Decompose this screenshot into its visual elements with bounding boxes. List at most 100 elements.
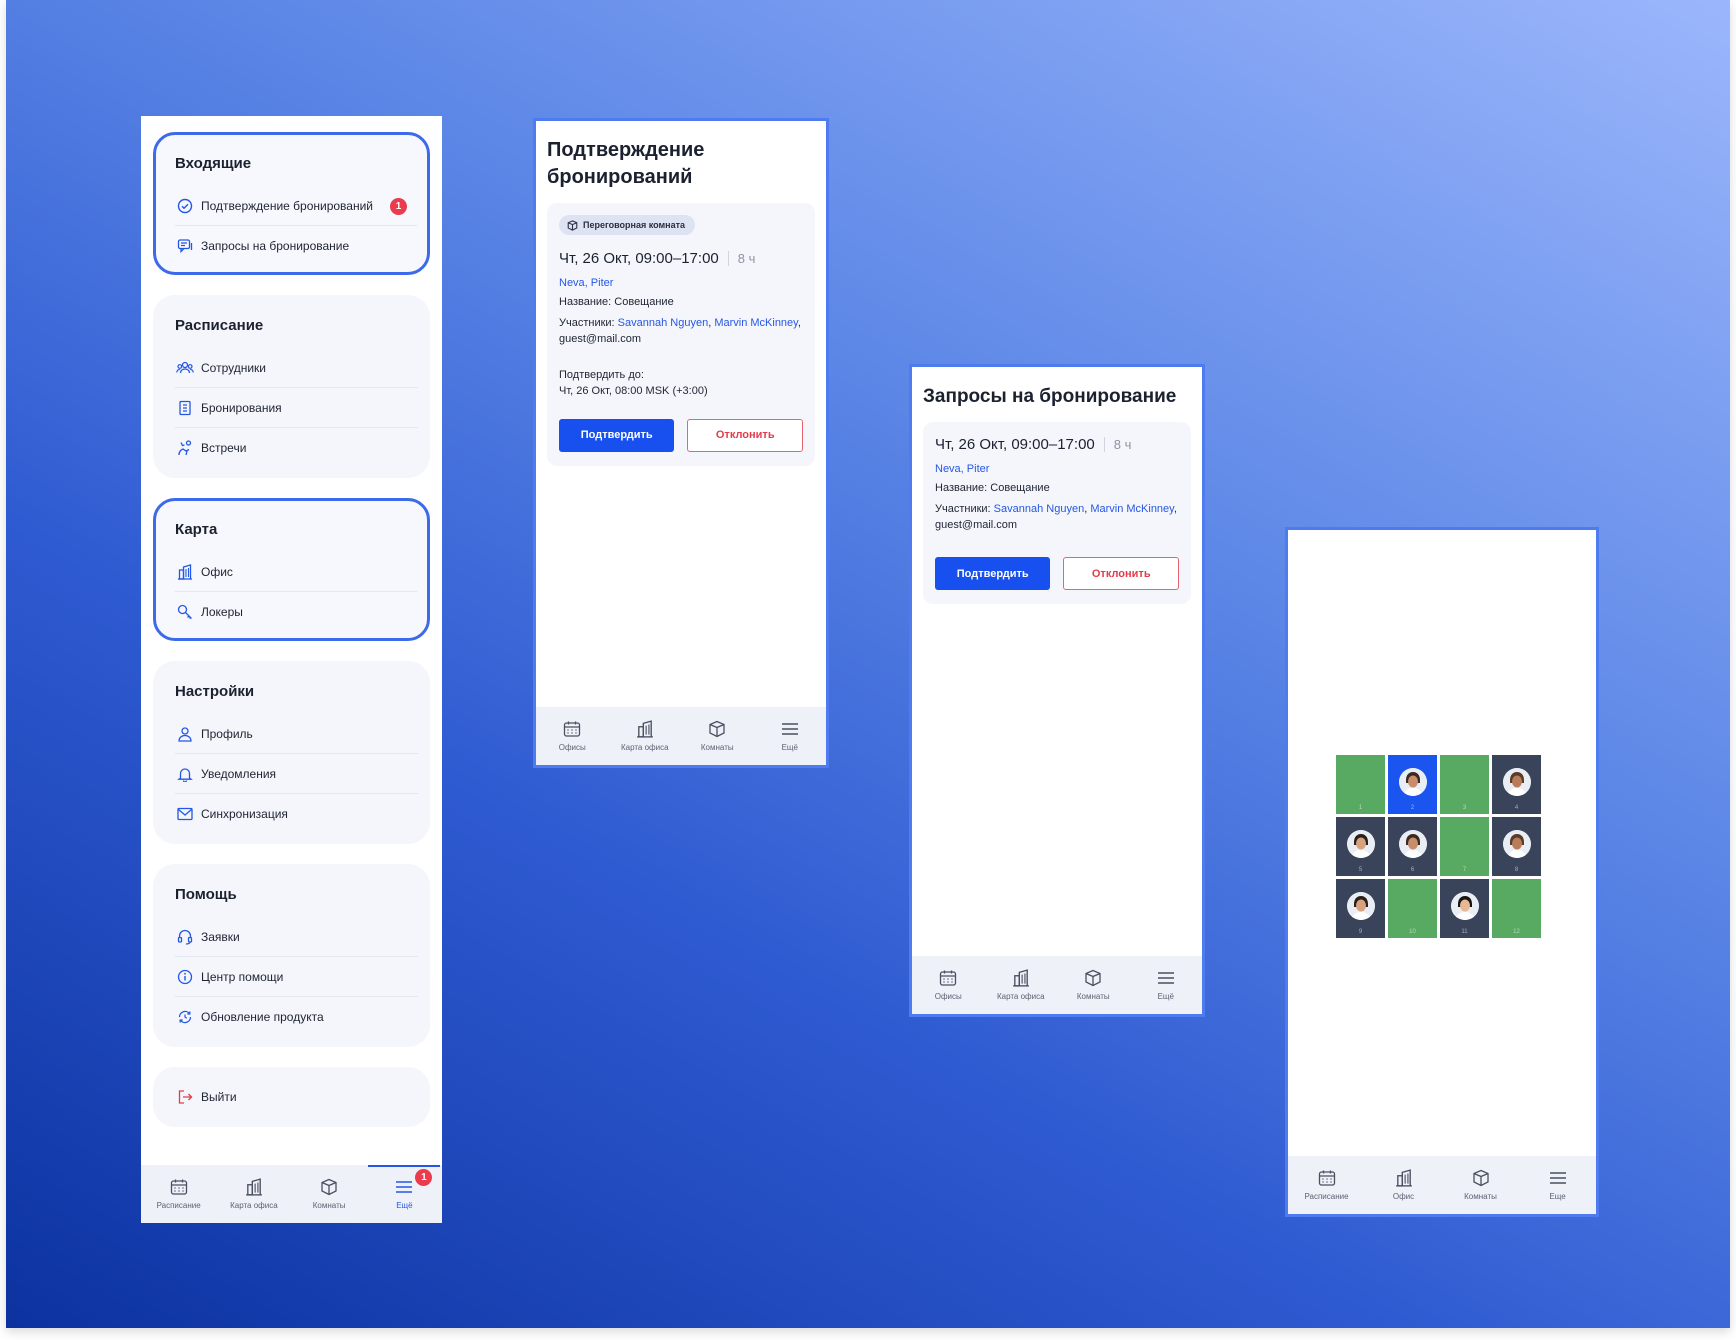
menu-item-tickets[interactable]: Заявки [175, 917, 418, 957]
room-type-label: Переговорная комната [583, 220, 685, 230]
participant-link[interactable]: Savannah Nguyen [994, 503, 1085, 515]
menu-item-label: Сотрудники [201, 360, 266, 375]
page-title: Запросы на бронирование [923, 386, 1177, 407]
nav-tab-more[interactable]: Ещё 1 [368, 1165, 441, 1210]
seat-busy[interactable]: 4 [1492, 755, 1541, 814]
handshake-icon [175, 438, 195, 458]
nav-tab-offices[interactable]: Офисы [536, 719, 608, 752]
booking-participants: Участники: Savannah Nguyen, Marvin McKin… [935, 503, 1177, 531]
confirm-button[interactable]: Подтвердить [935, 557, 1051, 590]
booking-location[interactable]: Neva, Piter [559, 277, 803, 289]
nav-tab-more[interactable]: Еще [1522, 1168, 1594, 1201]
decline-button[interactable]: Отклонить [687, 418, 803, 452]
menu-item-bookings[interactable]: Бронирования [175, 388, 418, 428]
menu-section-title: Входящие [175, 155, 252, 172]
guest-email: guest@mail.com [559, 332, 642, 345]
confirm-deadline: Подтвердить до: Чт, 26 Окт, 08:00 MSK (+… [559, 367, 803, 399]
nav-tab-office-map[interactable]: Карта офиса [985, 968, 1057, 1001]
nav-tab-label: Комнаты [1076, 992, 1110, 1001]
key-icon [175, 602, 195, 622]
headset-icon [175, 927, 195, 947]
seat-busy[interactable]: 11 [1440, 879, 1489, 938]
menu-item-lockers[interactable]: Локеры [175, 592, 417, 632]
nav-tab-more[interactable]: Ещё [754, 719, 826, 752]
seat-free[interactable]: 12 [1492, 879, 1541, 938]
seat-number: 6 [1410, 867, 1415, 873]
participant-link[interactable]: Savannah Nguyen [618, 317, 709, 329]
nav-tab-office-map[interactable]: Карта офиса [609, 719, 681, 752]
menu-section-inbox: Входящие Подтверждение бронирований 1 За… [153, 132, 430, 275]
nav-tab-office[interactable]: Офис [1368, 1168, 1440, 1201]
nav-tab-label: Карта офиса [996, 992, 1045, 1001]
menu-item-meetings[interactable]: Встречи [175, 428, 418, 468]
seat-number: 10 [1409, 929, 1416, 935]
seat-number: 9 [1358, 929, 1363, 935]
seat-busy[interactable]: 5 [1336, 817, 1385, 876]
calendar-icon [170, 1177, 188, 1197]
people-icon [175, 358, 195, 378]
seat-free[interactable]: 1 [1336, 755, 1385, 814]
booking-card: Чт, 26 Окт, 09:00–17:00 8 ч Neva, Piter … [923, 422, 1191, 604]
nav-tab-label: Офисы [934, 992, 962, 1001]
nav-tab-more[interactable]: Ещё [1130, 968, 1202, 1001]
seat-free[interactable]: 10 [1388, 879, 1437, 938]
booking-name-label: Название: [935, 482, 988, 494]
seat-number: 7 [1462, 867, 1467, 873]
menu-item-label: Заявки [201, 929, 240, 944]
decline-button[interactable]: Отклонить [1063, 557, 1179, 590]
bottom-navigation: Расписание Офис Комнаты Еще [1288, 1156, 1596, 1214]
menu-icon [781, 719, 799, 739]
logout-button[interactable]: Выйти [175, 1077, 418, 1117]
seat-busy[interactable]: 9 [1336, 879, 1385, 938]
booking-duration: 8 ч [727, 250, 755, 266]
seat-number: 2 [1410, 805, 1415, 811]
logout-icon [175, 1087, 195, 1107]
menu-item-product-update[interactable]: Обновление продукта [175, 997, 418, 1037]
nav-tab-offices[interactable]: Офисы [912, 968, 984, 1001]
nav-tab-rooms[interactable]: Комнаты [1445, 1168, 1517, 1201]
notification-badge: 1 [415, 1169, 433, 1186]
confirm-button[interactable]: Подтвердить [559, 418, 675, 452]
menu-item-help-center[interactable]: Центр помощи [175, 957, 418, 997]
booking-location[interactable]: Neva, Piter [935, 463, 1179, 475]
menu-item-booking-requests[interactable]: Запросы на бронирование [175, 226, 417, 266]
nav-tab-label: Комнаты [700, 743, 734, 752]
building-icon [175, 562, 195, 582]
seat-busy[interactable]: 8 [1492, 817, 1541, 876]
seat-free[interactable]: 7 [1440, 817, 1489, 876]
seat-mine[interactable]: 2 [1388, 755, 1437, 814]
participant-link[interactable]: Marvin McKinney [1090, 503, 1174, 515]
nav-tab-label: Офисы [558, 743, 586, 752]
nav-tab-label: Карта офиса [620, 743, 669, 752]
menu-item-office[interactable]: Офис [175, 552, 417, 592]
booking-name-label: Название: [559, 295, 612, 308]
document-icon [175, 398, 195, 418]
nav-tab-office-map[interactable]: Карта офиса [218, 1177, 290, 1210]
nav-tab-rooms[interactable]: Комнаты [681, 719, 753, 752]
seat-number: 8 [1514, 867, 1519, 873]
nav-tab-schedule[interactable]: Расписание [143, 1177, 215, 1210]
avatar [1502, 829, 1531, 858]
nav-tab-rooms[interactable]: Комнаты [293, 1177, 365, 1210]
menu-section-map: Карта Офис Локеры [153, 498, 430, 641]
menu-icon [1549, 1168, 1567, 1188]
menu-item-notifications[interactable]: Уведомления [175, 754, 418, 794]
participants-label: Участники: [559, 316, 615, 329]
seat-number: 5 [1358, 867, 1363, 873]
menu-item-booking-confirmations[interactable]: Подтверждение бронирований 1 [175, 186, 417, 226]
booking-name-value: Совещание [990, 482, 1050, 494]
calendar-icon [1318, 1168, 1336, 1188]
menu-item-employees[interactable]: Сотрудники [175, 348, 418, 388]
nav-tab-rooms[interactable]: Комнаты [1057, 968, 1129, 1001]
participant-link[interactable]: Marvin McKinney [714, 317, 798, 329]
seat-free[interactable]: 3 [1440, 755, 1489, 814]
avatar [1450, 891, 1479, 920]
nav-tab-schedule[interactable]: Расписание [1291, 1168, 1363, 1201]
nav-tab-label: Ещё [781, 743, 798, 752]
menu-section-title: Настройки [175, 683, 255, 700]
seat-busy[interactable]: 6 [1388, 817, 1437, 876]
menu-section-settings: Настройки Профиль Уведомления Синхрониза… [153, 661, 430, 844]
menu-item-sync[interactable]: Синхронизация [175, 794, 418, 834]
menu-item-profile[interactable]: Профиль [175, 714, 418, 754]
seat-number: 12 [1513, 929, 1520, 935]
